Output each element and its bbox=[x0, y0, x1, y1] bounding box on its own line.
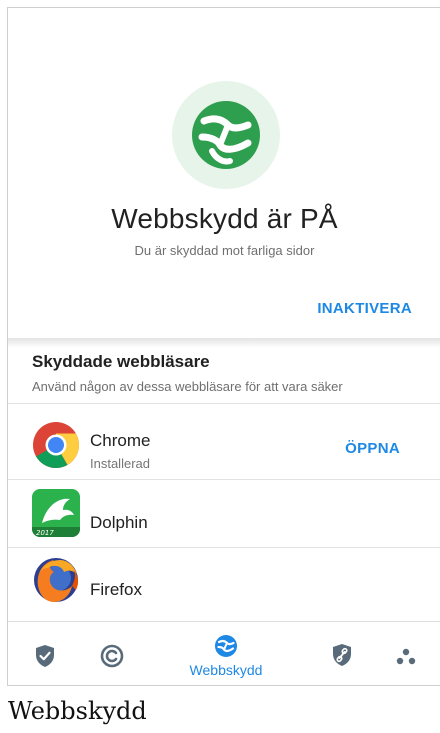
list-item-dolphin[interactable]: 2017 Dolphin bbox=[8, 480, 440, 546]
divider bbox=[8, 403, 440, 404]
shield-check-icon bbox=[36, 645, 54, 667]
web-protection-icon bbox=[215, 635, 237, 657]
section-title: Skyddade webbläsare bbox=[32, 352, 210, 371]
web-shield-logo-icon bbox=[192, 101, 260, 169]
status-subtitle: Du är skyddad mot farliga sidor bbox=[134, 243, 315, 258]
bottom-navigation: Webbskydd bbox=[8, 621, 440, 685]
svg-text:2017: 2017 bbox=[36, 529, 54, 537]
nav-item-anti-theft[interactable] bbox=[90, 622, 134, 685]
browser-name: Dolphin bbox=[90, 513, 148, 532]
nav-label: Webbskydd bbox=[189, 662, 263, 678]
nav-item-protection[interactable] bbox=[22, 622, 66, 685]
app-screen: Webbskydd är PÅ Du är skyddad mot farlig… bbox=[7, 7, 440, 685]
shield-link-icon bbox=[333, 644, 351, 666]
firefox-icon bbox=[34, 558, 79, 602]
nav-item-web-protection[interactable]: Webbskydd bbox=[174, 622, 278, 685]
anti-theft-icon bbox=[100, 644, 124, 668]
status-title: Webbskydd är PÅ bbox=[111, 203, 338, 234]
protected-browsers-header: Skyddade webbläsare Använd någon av dess… bbox=[32, 352, 432, 394]
nav-item-secure-vpn[interactable] bbox=[320, 622, 364, 685]
screenshot-caption: Webbskydd bbox=[8, 697, 147, 725]
status-hero: Webbskydd är PÅ Du är skyddad mot farlig… bbox=[8, 8, 440, 338]
frame-divider bbox=[7, 685, 440, 686]
section-divider bbox=[8, 338, 440, 348]
open-chrome-button[interactable]: ÖPPNA bbox=[345, 440, 400, 457]
more-dots-icon bbox=[396, 648, 416, 665]
browser-name: Firefox bbox=[90, 580, 142, 599]
chrome-icon bbox=[33, 422, 79, 468]
browser-name: Chrome bbox=[90, 431, 151, 450]
browser-status: Installerad bbox=[90, 456, 150, 471]
dolphin-icon: 2017 bbox=[32, 489, 80, 537]
nav-item-more[interactable] bbox=[384, 622, 428, 685]
list-item-firefox[interactable]: Firefox bbox=[8, 548, 440, 614]
status-badge bbox=[172, 81, 280, 189]
deactivate-button[interactable]: INAKTIVERA bbox=[317, 300, 412, 317]
section-subtitle: Använd någon av dessa webbläsare för att… bbox=[32, 379, 343, 394]
list-item-chrome[interactable]: Chrome Installerad ÖPPNA bbox=[8, 412, 440, 478]
